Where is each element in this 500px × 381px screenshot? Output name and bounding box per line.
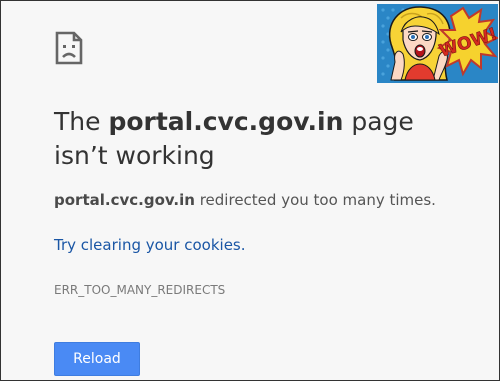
title-prefix: The xyxy=(54,107,109,136)
error-code: ERR_TOO_MANY_REDIRECTS xyxy=(54,283,226,297)
title-host: portal.cvc.gov.in xyxy=(108,107,344,136)
error-description: portal.cvc.gov.in redirected you too man… xyxy=(54,189,436,211)
reload-button[interactable]: Reload xyxy=(54,342,140,376)
surprised-woman-meme-image: WOW! xyxy=(377,4,498,83)
subtitle-host: portal.cvc.gov.in xyxy=(54,191,195,209)
clear-cookies-link[interactable]: Try clearing your cookies. xyxy=(54,234,246,256)
page-title: The portal.cvc.gov.in page isn’t working xyxy=(54,105,474,173)
browser-error-page: The portal.cvc.gov.in page isn’t working… xyxy=(0,0,500,381)
subtitle-rest: redirected you too many times. xyxy=(194,191,436,209)
sad-page-icon xyxy=(55,31,83,65)
